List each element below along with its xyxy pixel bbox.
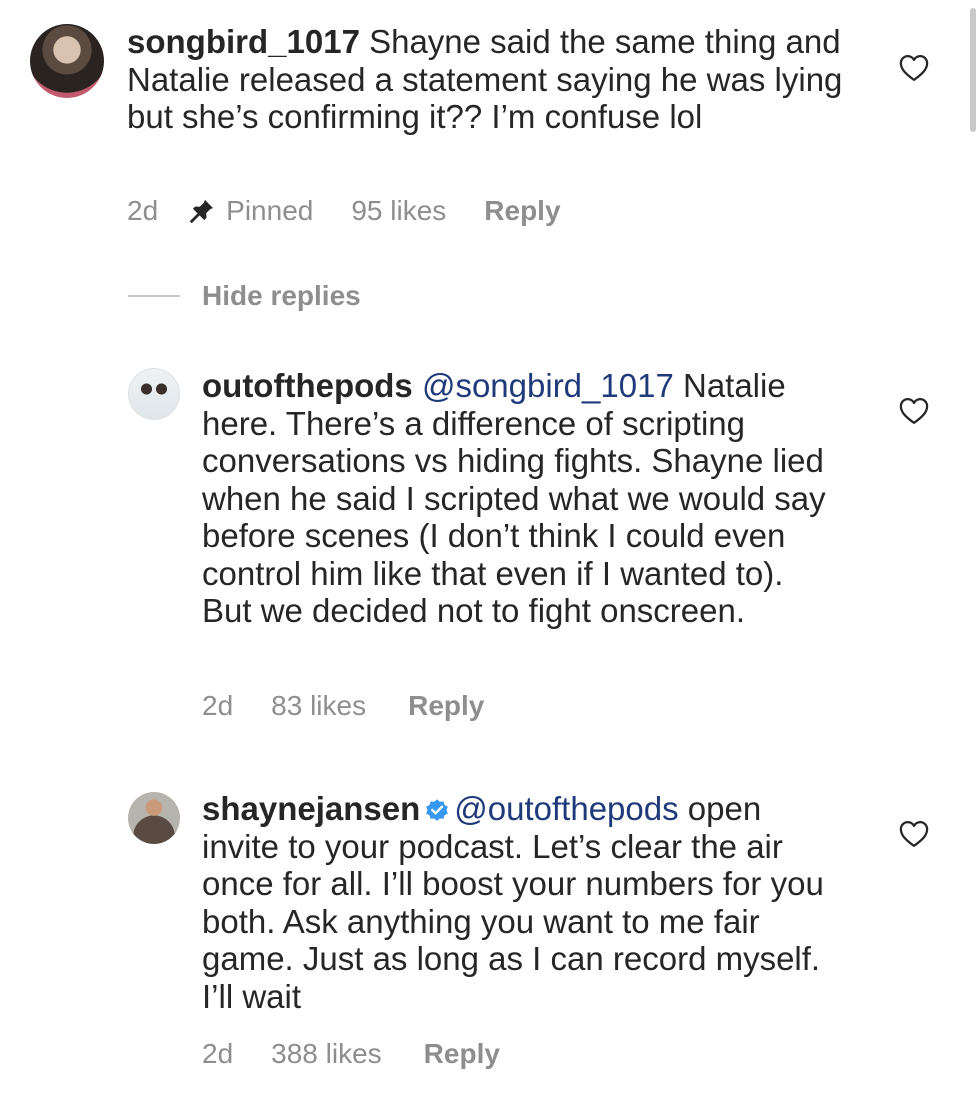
heart-icon[interactable] bbox=[899, 397, 929, 425]
pinned-label: Pinned bbox=[226, 195, 314, 226]
comment-mention[interactable]: @outofthepods bbox=[454, 790, 678, 827]
comment-meta: 2d Pinned 95 likes Reply bbox=[127, 195, 561, 227]
comment-mention[interactable]: @songbird_1017 bbox=[422, 367, 674, 404]
comment-likes[interactable]: 388 likes bbox=[271, 1038, 382, 1070]
hide-replies-button[interactable]: Hide replies bbox=[128, 280, 361, 312]
comment-likes[interactable]: 83 likes bbox=[271, 690, 366, 722]
comment-username[interactable]: songbird_1017 bbox=[127, 23, 360, 60]
scrollbar[interactable] bbox=[970, 8, 976, 132]
reply-button[interactable]: Reply bbox=[424, 1038, 500, 1070]
comment-meta: 2d 83 likes Reply bbox=[202, 690, 484, 722]
reply-button[interactable]: Reply bbox=[484, 195, 560, 227]
comment-body: Natalie here. There’s a difference of sc… bbox=[202, 367, 826, 629]
hide-replies-label: Hide replies bbox=[202, 280, 361, 311]
comment-meta: 2d 388 likes Reply bbox=[202, 1038, 500, 1070]
reply-button[interactable]: Reply bbox=[408, 690, 484, 722]
comment-likes[interactable]: 95 likes bbox=[351, 195, 446, 227]
divider bbox=[128, 295, 180, 297]
comment-username[interactable]: shaynejansen bbox=[202, 790, 420, 827]
comment-text: shaynejansen @outofthepods open invite t… bbox=[202, 790, 842, 1015]
heart-icon[interactable] bbox=[899, 820, 929, 848]
comment-time: 2d bbox=[127, 195, 159, 226]
verified-badge-icon bbox=[426, 799, 449, 821]
comment-username[interactable]: outofthepods bbox=[202, 367, 413, 404]
comment-time: 2d bbox=[202, 1038, 234, 1069]
comment-text: songbird_1017 Shayne said the same thing… bbox=[127, 23, 867, 136]
comment-time: 2d bbox=[202, 690, 234, 721]
heart-icon[interactable] bbox=[899, 54, 929, 82]
avatar[interactable] bbox=[128, 368, 180, 420]
comment-text: outofthepods @songbird_1017 Natalie here… bbox=[202, 367, 842, 630]
avatar[interactable] bbox=[128, 792, 180, 844]
pin-icon bbox=[189, 199, 214, 224]
avatar[interactable] bbox=[30, 24, 104, 98]
